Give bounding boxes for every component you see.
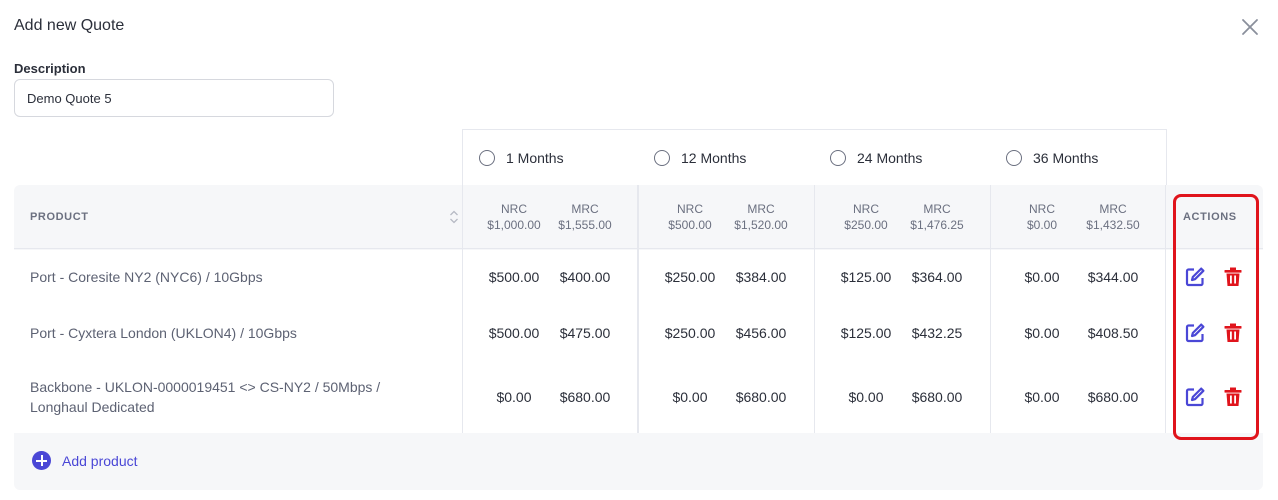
radio-button[interactable] [479, 149, 495, 166]
add-product-button[interactable]: Add product [32, 451, 138, 470]
mrc-value: $475.00 [559, 325, 611, 341]
nrc-value: $500.00 [488, 325, 540, 341]
nrc-label: NRC [677, 202, 703, 216]
mrc-value: $408.50 [1087, 325, 1139, 341]
radio-button[interactable] [1006, 149, 1022, 166]
nrc-header: NRC $1,000.00 [476, 201, 552, 233]
add-product-label: Add product [62, 452, 138, 469]
mrc-value: $680.00 [1087, 389, 1139, 405]
nrc-header: NRC $0.00 [1004, 201, 1080, 233]
nrc-label: NRC [501, 202, 527, 216]
mrc-header: MRC $1,555.00 [547, 201, 623, 233]
term-label: 36 Months [1033, 149, 1099, 166]
mrc-label: MRC [747, 202, 775, 216]
nrc-total: $500.00 [668, 218, 712, 232]
mrc-value: $680.00 [559, 389, 611, 405]
nrc-value: $0.00 [1024, 389, 1060, 405]
sort-button[interactable] [448, 209, 460, 225]
modal-title: Add new Quote [14, 17, 125, 34]
mrc-value: $384.00 [735, 269, 787, 285]
term-option-24[interactable]: 24 Months [814, 129, 991, 185]
mrc-label: MRC [571, 202, 599, 216]
mrc-total: $1,476.25 [910, 218, 964, 232]
mrc-value: $432.25 [911, 325, 963, 341]
nrc-label: NRC [853, 202, 879, 216]
description-input[interactable] [14, 79, 334, 117]
term-option-36[interactable]: 36 Months [990, 129, 1167, 185]
term-option-1[interactable]: 1 Months [462, 129, 639, 185]
mrc-total: $1,520.00 [734, 218, 788, 232]
nrc-value: $125.00 [840, 269, 892, 285]
product-name: Backbone - UKLON-0000019451 <> CS-NY2 / … [30, 379, 381, 415]
nrc-value: $0.00 [1024, 325, 1060, 341]
mrc-value: $400.00 [559, 269, 611, 285]
nrc-header: NRC $250.00 [828, 201, 904, 233]
mrc-label: MRC [1099, 202, 1127, 216]
nrc-value: $0.00 [848, 389, 884, 405]
description-label: Description [14, 61, 86, 76]
term-label: 1 Months [506, 149, 564, 166]
nrc-value: $0.00 [496, 389, 532, 405]
mrc-total: $1,555.00 [558, 218, 612, 232]
close-button[interactable] [1239, 16, 1261, 38]
nrc-total: $1,000.00 [487, 218, 541, 232]
product-name: Port - Cyxtera London (UKLON4) / 10Gbps [30, 325, 297, 341]
sort-icon [450, 210, 458, 224]
term-option-12[interactable]: 12 Months [638, 129, 815, 185]
product-name: Port - Coresite NY2 (NYC6) / 10Gbps [30, 269, 263, 285]
mrc-value: $344.00 [1087, 269, 1139, 285]
mrc-value: $456.00 [735, 325, 787, 341]
term-label: 24 Months [857, 149, 923, 166]
actions-column-highlight [1173, 194, 1259, 440]
nrc-value: $250.00 [664, 325, 716, 341]
term-label: 12 Months [681, 149, 747, 166]
mrc-header: MRC $1,432.50 [1075, 201, 1151, 233]
nrc-value: $500.00 [488, 269, 540, 285]
mrc-header: MRC $1,520.00 [723, 201, 799, 233]
plus-circle-icon [32, 451, 51, 470]
nrc-value: $250.00 [664, 269, 716, 285]
close-icon [1242, 19, 1258, 35]
radio-button[interactable] [830, 149, 846, 166]
nrc-value: $0.00 [1024, 269, 1060, 285]
nrc-total: $0.00 [1026, 218, 1058, 232]
nrc-label: NRC [1029, 202, 1055, 216]
product-column-header: PRODUCT [30, 211, 89, 223]
mrc-value: $364.00 [911, 269, 963, 285]
nrc-value: $0.00 [672, 389, 708, 405]
nrc-total: $250.00 [844, 218, 888, 232]
mrc-value: $680.00 [911, 389, 963, 405]
radio-button[interactable] [654, 149, 670, 166]
mrc-header: MRC $1,476.25 [899, 201, 975, 233]
mrc-label: MRC [923, 202, 951, 216]
mrc-total: $1,432.50 [1086, 218, 1140, 232]
nrc-header: NRC $500.00 [652, 201, 728, 233]
nrc-value: $125.00 [840, 325, 892, 341]
mrc-value: $680.00 [735, 389, 787, 405]
